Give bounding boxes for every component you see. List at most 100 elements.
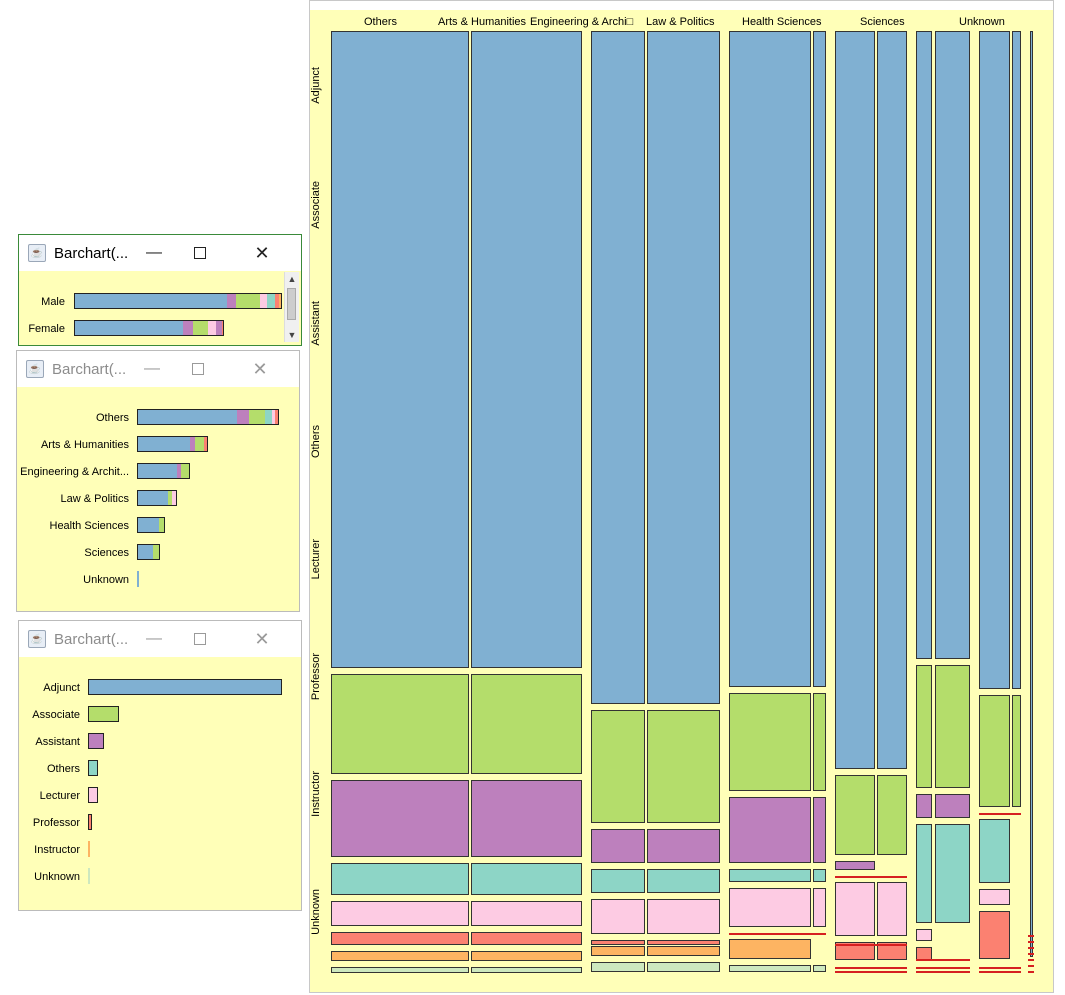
mosaic-cell-lecturer[interactable] (813, 888, 826, 927)
stacked-bar[interactable] (137, 571, 139, 587)
mosaic-cell-associate[interactable] (647, 710, 720, 823)
mosaic-cell-instructor[interactable] (647, 946, 720, 956)
mosaic-cell-adjunct[interactable] (1012, 31, 1021, 689)
mosaic-cell-lecturer[interactable] (647, 899, 720, 934)
stacked-bar[interactable] (137, 517, 165, 533)
minimize-button[interactable]: — (129, 351, 175, 387)
mosaic-cell-associate[interactable] (729, 693, 811, 791)
mosaic-cell-lecturer[interactable] (979, 889, 1010, 905)
stacked-bar[interactable] (74, 293, 282, 309)
mosaic-cell-lecturer[interactable] (835, 882, 875, 936)
title-bar[interactable]: ☕ Barchart(... — ✕ (17, 351, 299, 387)
bar-assistant[interactable] (88, 733, 104, 749)
mosaic-cell-associate[interactable] (979, 695, 1010, 807)
mosaic-cell-adjunct[interactable] (916, 31, 932, 659)
mosaic-cell-others[interactable] (331, 863, 469, 895)
mosaic-cell-adjunct[interactable] (591, 31, 645, 704)
mosaic-cell-adjunct[interactable] (729, 31, 811, 687)
barchart-window-rank[interactable]: ☕ Barchart(... — ✕ Adjunct Associate Assis… (18, 620, 302, 911)
mosaic-cell-unknown[interactable] (471, 967, 582, 973)
bar-lecturer[interactable] (88, 787, 98, 803)
mosaic-cell-assistant[interactable] (835, 861, 875, 870)
barchart-window-school[interactable]: ☕ Barchart(... — ✕ Others Arts & Humaniti… (16, 350, 300, 612)
mosaic-cell-assistant[interactable] (813, 797, 826, 863)
mosaic-cell-others[interactable] (979, 819, 1010, 883)
stacked-bar[interactable] (137, 463, 190, 479)
mosaic-cell-associate[interactable] (935, 665, 970, 788)
close-button[interactable]: ✕ (239, 621, 285, 657)
title-bar[interactable]: ☕ Barchart(... — ✕ (19, 235, 301, 271)
mosaic-cell-professor[interactable] (471, 932, 582, 945)
stacked-bar[interactable] (137, 436, 208, 452)
mosaic-cell-assistant[interactable] (729, 797, 811, 863)
mosaic-cell-associate[interactable] (331, 674, 469, 774)
mosaic-cell-adjunct[interactable] (331, 31, 469, 668)
bar-professor[interactable] (88, 814, 92, 830)
scroll-down-arrow-icon[interactable]: ▼ (285, 328, 299, 342)
maximize-button[interactable] (177, 235, 223, 271)
mosaic-cell-lecturer[interactable] (877, 882, 907, 936)
mosaic-cell-lecturer[interactable] (729, 888, 811, 927)
mosaic-cell-unknown[interactable] (591, 962, 645, 972)
mosaic-cell-others[interactable] (647, 869, 720, 893)
mosaic-cell-lecturer[interactable] (916, 929, 932, 941)
mosaic-cell-others[interactable] (591, 869, 645, 893)
mosaic-cell-unknown[interactable] (813, 965, 826, 972)
mosaic-plot-window[interactable]: Others Arts & Humanities Engineering & A… (309, 0, 1054, 993)
mosaic-cell-associate[interactable] (835, 775, 875, 855)
maximize-button[interactable] (177, 621, 223, 657)
barchart-window-gender[interactable]: ☕ Barchart(... — ✕ Male Female ▲ ▼ (18, 234, 302, 346)
stacked-bar[interactable] (137, 490, 177, 506)
mosaic-cell-others[interactable] (935, 824, 970, 923)
mosaic-cell-associate[interactable] (916, 665, 932, 788)
mosaic-cell-assistant[interactable] (935, 794, 970, 818)
mosaic-cell-associate[interactable] (471, 674, 582, 774)
mosaic-cell-instructor[interactable] (729, 939, 811, 959)
scroll-up-arrow-icon[interactable]: ▲ (285, 272, 299, 286)
bar-unknown[interactable] (88, 868, 90, 884)
maximize-button[interactable] (175, 351, 221, 387)
mosaic-cell-others[interactable] (471, 863, 582, 895)
mosaic-cell-others[interactable] (813, 869, 826, 882)
mosaic-cell-unknown[interactable] (729, 965, 811, 972)
stacked-bar[interactable] (137, 544, 160, 560)
mosaic-cell-adjunct[interactable] (935, 31, 970, 659)
bar-others[interactable] (88, 760, 98, 776)
mosaic-cell-instructor[interactable] (591, 946, 645, 956)
bar-adjunct[interactable] (88, 679, 282, 695)
mosaic-cell-unknown[interactable] (647, 962, 720, 972)
mosaic-cell-professor[interactable] (591, 940, 645, 945)
mosaic-cell-assistant[interactable] (916, 794, 932, 818)
mosaic-cell-instructor[interactable] (331, 951, 469, 961)
stacked-bar[interactable] (137, 409, 279, 425)
mosaic-cell-adjunct[interactable] (877, 31, 907, 769)
mosaic-cell-adjunct[interactable] (1030, 31, 1033, 957)
mosaic-cell-lecturer[interactable] (331, 901, 469, 926)
mosaic-cell-associate[interactable] (1012, 695, 1021, 807)
mosaic-cell-professor[interactable] (647, 940, 720, 945)
mosaic-cell-assistant[interactable] (331, 780, 469, 857)
vertical-scrollbar[interactable]: ▲ ▼ (284, 272, 299, 342)
mosaic-cell-instructor[interactable] (471, 951, 582, 961)
close-button[interactable]: ✕ (239, 235, 285, 271)
mosaic-cell-others[interactable] (729, 869, 811, 882)
mosaic-cell-professor[interactable] (331, 932, 469, 945)
scroll-thumb[interactable] (287, 288, 296, 320)
mosaic-cell-assistant[interactable] (647, 829, 720, 863)
minimize-button[interactable]: — (131, 235, 177, 271)
mosaic-cell-professor[interactable] (979, 911, 1010, 959)
mosaic-cell-adjunct[interactable] (813, 31, 826, 687)
bar-instructor[interactable] (88, 841, 90, 857)
mosaic-cell-adjunct[interactable] (647, 31, 720, 704)
mosaic-cell-associate[interactable] (877, 775, 907, 855)
mosaic-cell-assistant[interactable] (471, 780, 582, 857)
minimize-button[interactable]: — (131, 621, 177, 657)
mosaic-cell-adjunct[interactable] (471, 31, 582, 668)
mosaic-cell-associate[interactable] (813, 693, 826, 791)
mosaic-cell-adjunct[interactable] (979, 31, 1010, 689)
mosaic-cell-lecturer[interactable] (591, 899, 645, 934)
mosaic-cell-lecturer[interactable] (471, 901, 582, 926)
close-button[interactable]: ✕ (237, 351, 283, 387)
mosaic-cell-assistant[interactable] (591, 829, 645, 863)
mosaic-cell-associate[interactable] (591, 710, 645, 823)
